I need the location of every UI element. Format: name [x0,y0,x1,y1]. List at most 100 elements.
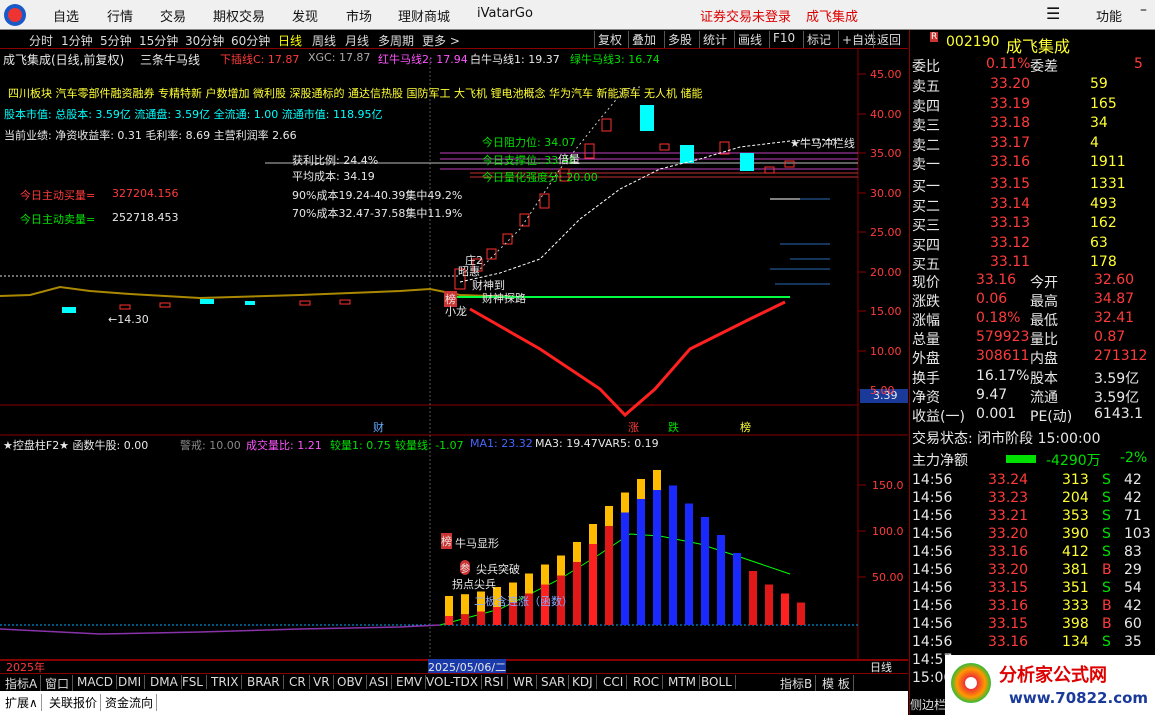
ask-label: 卖三 [912,118,940,134]
y-tick: 25.00 [870,226,902,239]
tab[interactable]: BRAR [244,675,284,689]
tab[interactable]: DMI [115,675,146,689]
period-8[interactable]: 周线 [312,32,336,49]
list-icon[interactable]: ☰ [1046,4,1060,23]
minimize-icon[interactable]: – [1140,2,1147,18]
period-7[interactable]: 日线 [278,32,302,49]
period-9[interactable]: 月线 [345,32,369,49]
period-5[interactable]: 30分钟 [185,32,224,49]
quote-row: 14:56 33.15 351 S 54 [910,580,1146,599]
tick-price: 33.20 [988,526,1029,542]
login-status[interactable]: 证券交易未登录 [700,6,791,25]
func-button[interactable]: 功能 [1096,6,1122,25]
stat-value: 34.87 [1094,291,1135,307]
menu-item[interactable]: iVatarGo [477,6,533,21]
quote-row: 14:56 33.24 313 S 42 [910,472,1146,491]
indicator-name[interactable]: 三条牛马线 [140,51,200,68]
bottom-bar: 扩展∧ 关联报价 资金流向 [0,691,908,715]
sub-bang: 榜 [441,533,452,549]
tab[interactable]: BOLL [698,675,736,689]
bid-label: 买四 [912,237,940,254]
tab[interactable]: OBV [334,675,367,689]
tab[interactable]: RSI [481,675,508,689]
quote-row: 现价 33.16 今开 32.60 [910,272,1146,291]
stat-value: 0.18% [976,310,1021,326]
ask-price: 33.17 [990,134,1031,151]
performance: 当前业绩: 净资收益率: 0.31 毛利率: 8.69 主营利润率 2.66 [4,129,297,142]
tick-volume: 398 [1062,616,1089,632]
quote-row: 14:56 33.21 353 S 71 [910,508,1146,527]
y-tick: 35.00 [870,147,902,160]
quote-row: 14:56 33.16 412 S 83 [910,544,1146,563]
tab[interactable]: ROC [630,675,664,689]
menu-item[interactable]: 期权交易 [213,6,265,25]
menu-item[interactable]: 发现 [292,6,318,25]
tool-4[interactable]: 统计 [699,31,730,48]
tool-3[interactable]: 多股 [664,31,695,48]
period-1[interactable]: 分时 [29,32,53,49]
stat-label: 总量 [912,332,940,348]
tool-9[interactable]: 返回 [873,31,904,48]
menu-item[interactable]: 行情 [107,6,133,25]
sub-y-tick: 50.00 [872,571,904,584]
period-3[interactable]: 5分钟 [100,32,132,49]
sub-t8: VAR5: 0.19 [598,437,659,450]
tab[interactable]: ASI [366,675,393,689]
period-2[interactable]: 1分钟 [61,32,93,49]
tool-2[interactable]: 叠加 [628,31,659,48]
resist-level: 今日阻力位: 34.07 [482,136,576,149]
tab[interactable]: VR [310,675,334,689]
tab[interactable]: FSL [179,675,207,689]
tab[interactable]: WR [510,675,538,689]
period-4[interactable]: 15分钟 [139,32,178,49]
tab[interactable]: 窗口 [42,675,74,692]
tab[interactable]: DMA [147,675,182,689]
ask-label: 卖二 [912,137,940,154]
sub-jiandian: 拐点尖兵 [452,578,496,591]
tick-time: 14:56 [912,526,953,542]
quote-row: 外盘 308611 内盘 271312 [910,348,1147,367]
menu-item[interactable]: 理财商城 [398,6,450,25]
menu-item[interactable]: 交易 [160,6,186,25]
tab[interactable]: EMV [393,675,427,689]
tab[interactable]: MTM [665,675,701,689]
tab[interactable]: CR [286,675,310,689]
tab[interactable]: TRIX [208,675,243,689]
sub-t5: 较量线: -1.07 [395,439,464,452]
tick-side: B [1102,598,1112,614]
tab[interactable]: MACD [74,675,117,689]
quote-panel: R 002190 成飞集成 委比 0.11% 委差 5 卖五 33.20 59 卖四 33.19 1… [909,30,1155,715]
tick-volume: 412 [1062,544,1089,560]
period-10[interactable]: 多周期 [378,32,414,49]
tab[interactable]: SAR [538,675,570,689]
tab[interactable]: KDJ [569,675,597,689]
chart-area[interactable]: 成飞集成(日线,前复权) 三条牛马线 下插线C: 17.87 XGC: 17.8… [0,49,908,675]
tool-1[interactable]: 复权 [594,31,625,48]
tool-7[interactable]: 标记 [803,31,834,48]
ask-label: 卖五 [912,79,940,95]
tick-time: 14:56 [912,598,953,614]
fund-flow[interactable]: 资金流向 [102,694,158,711]
tool-6[interactable]: F10 [769,31,798,48]
menu-item[interactable]: 自选 [53,6,79,25]
volume-bar-cap [653,470,661,490]
tab[interactable]: 指标A [2,675,42,692]
ask-price: 33.16 [990,154,1031,170]
ask-label: 卖四 [912,98,940,115]
expand-button[interactable]: 扩展∧ [2,694,42,711]
period-11[interactable]: 更多 > [422,32,460,49]
sub-title[interactable]: ★控盘柱F2★ 函数牛股: 0.00 [3,437,148,453]
tool-5[interactable]: 画线 [734,31,765,48]
avg-cost: 平均成本: 34.19 [292,170,375,183]
tab[interactable]: VOL-TDX [423,675,482,689]
tick-time: 14:56 [912,562,953,578]
bid-price: 33.12 [990,234,1031,251]
period-6[interactable]: 60分钟 [231,32,270,49]
menu-item[interactable]: 市场 [346,6,372,25]
tab-indicator-b[interactable]: 指标B [777,675,817,692]
sidebar-label[interactable]: 侧边栏 [910,696,946,713]
volume-bar [461,614,469,625]
tab[interactable]: CCI [600,675,628,689]
related-quote[interactable]: 关联报价 [46,694,102,711]
tab-template[interactable]: 模 板 [819,675,854,692]
